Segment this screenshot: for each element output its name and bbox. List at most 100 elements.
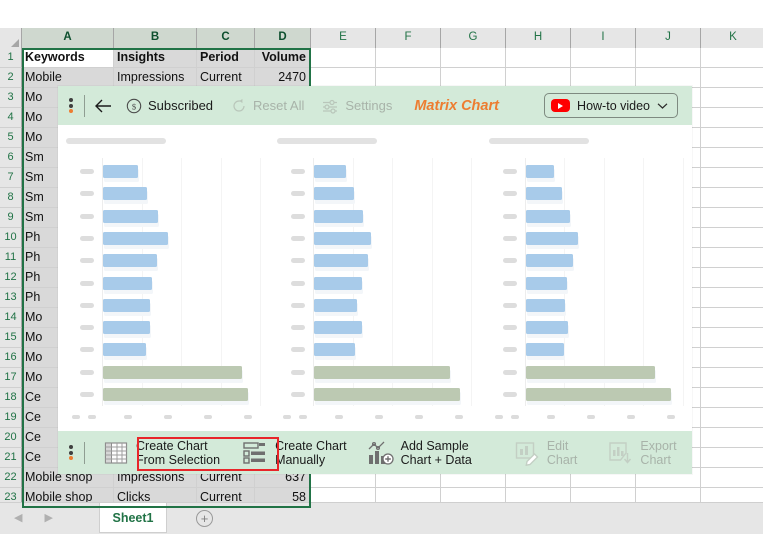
edit-chart-button[interactable]: Edit Chart [514, 439, 577, 467]
cell-K3[interactable] [701, 88, 763, 108]
cell-B2[interactable]: Impressions [114, 68, 197, 88]
cell-K22[interactable] [701, 468, 763, 488]
cell-C2[interactable]: Current [197, 68, 255, 88]
cell-K9[interactable] [701, 208, 763, 228]
cell-J2[interactable] [636, 68, 701, 88]
column-header-i[interactable]: I [571, 28, 636, 48]
prev-sheet-icon[interactable]: ◀ [14, 511, 22, 524]
cell-F1[interactable] [376, 48, 441, 68]
row-header-3[interactable]: 3 [0, 88, 22, 108]
sheet-nav-arrows[interactable]: ◀ ▶ [14, 511, 53, 524]
cell-K15[interactable] [701, 328, 763, 348]
cell-D2[interactable]: 2470 [255, 68, 311, 88]
select-all-corner[interactable] [0, 28, 22, 48]
create-chart-from-selection-button[interactable]: Create Chart From Selection [103, 439, 220, 467]
cell-I1[interactable] [571, 48, 636, 68]
row-header-14[interactable]: 14 [0, 308, 22, 328]
cell-K6[interactable] [701, 148, 763, 168]
row-header-9[interactable]: 9 [0, 208, 22, 228]
column-header-f[interactable]: F [376, 28, 441, 48]
category-label-placeholder [80, 347, 94, 353]
category-label-placeholder [80, 169, 94, 174]
bar-blue-6 [525, 276, 567, 290]
settings-button[interactable]: Settings [322, 98, 392, 114]
row-header-1[interactable]: 1 [0, 48, 22, 68]
next-sheet-icon[interactable]: ▶ [44, 511, 52, 524]
row-header-4[interactable]: 4 [0, 108, 22, 128]
cell-A2[interactable]: Mobile [22, 68, 114, 88]
cell-K21[interactable] [701, 448, 763, 468]
row-header-21[interactable]: 21 [0, 448, 22, 468]
column-header-e[interactable]: E [311, 28, 376, 48]
cell-K8[interactable] [701, 188, 763, 208]
reset-all-button[interactable]: Reset All [231, 98, 304, 114]
create-chart-manually-button[interactable]: Create Chart Manually [242, 439, 347, 467]
table-row[interactable]: 2 Mobile Impressions Current 2470 [0, 68, 763, 88]
sliders-icon [322, 98, 339, 114]
cell-J1[interactable] [636, 48, 701, 68]
cell-K10[interactable] [701, 228, 763, 248]
row-header-17[interactable]: 17 [0, 368, 22, 388]
cell-G1[interactable] [441, 48, 506, 68]
table-row[interactable]: 1 Keywords Insights Period Volume [0, 48, 763, 68]
cell-K2[interactable] [701, 68, 763, 88]
drag-handle-icon[interactable] [58, 97, 84, 115]
row-header-8[interactable]: 8 [0, 188, 22, 208]
column-header-a[interactable]: A [22, 28, 114, 48]
cell-E1[interactable] [311, 48, 376, 68]
row-header-11[interactable]: 11 [0, 248, 22, 268]
column-header-g[interactable]: G [441, 28, 506, 48]
column-header-b[interactable]: B [114, 28, 197, 48]
cell-G2[interactable] [441, 68, 506, 88]
subscribed-button[interactable]: $ Subscribed [126, 98, 213, 114]
row-header-18[interactable]: 18 [0, 388, 22, 408]
cell-K14[interactable] [701, 308, 763, 328]
add-sample-chart-data-button[interactable]: Add Sample Chart + Data [367, 439, 472, 467]
sheet-tab-sheet1[interactable]: Sheet1 [99, 503, 167, 533]
how-to-video-button[interactable]: How-to video [544, 93, 678, 118]
cell-K1[interactable] [701, 48, 763, 68]
cell-H1[interactable] [506, 48, 571, 68]
cell-B1[interactable]: Insights [114, 48, 197, 68]
add-sheet-button[interactable]: + [196, 510, 213, 527]
cell-K19[interactable] [701, 408, 763, 428]
column-header-h[interactable]: H [506, 28, 571, 48]
cell-I2[interactable] [571, 68, 636, 88]
row-header-5[interactable]: 5 [0, 128, 22, 148]
row-header-15[interactable]: 15 [0, 328, 22, 348]
column-header-j[interactable]: J [636, 28, 701, 48]
cell-D1[interactable]: Volume [255, 48, 311, 68]
cell-K7[interactable] [701, 168, 763, 188]
column-header-k[interactable]: K [701, 28, 763, 48]
back-button[interactable] [95, 99, 112, 113]
cell-C1[interactable]: Period [197, 48, 255, 68]
cell-F2[interactable] [376, 68, 441, 88]
row-header-10[interactable]: 10 [0, 228, 22, 248]
column-header-c[interactable]: C [197, 28, 255, 48]
cell-K18[interactable] [701, 388, 763, 408]
row-header-12[interactable]: 12 [0, 268, 22, 288]
row-header-22[interactable]: 22 [0, 468, 22, 488]
cell-K16[interactable] [701, 348, 763, 368]
category-label-placeholder [80, 325, 94, 331]
cell-K13[interactable] [701, 288, 763, 308]
cell-K12[interactable] [701, 268, 763, 288]
row-header-20[interactable]: 20 [0, 428, 22, 448]
row-header-16[interactable]: 16 [0, 348, 22, 368]
cell-E2[interactable] [311, 68, 376, 88]
cell-K20[interactable] [701, 428, 763, 448]
row-header-2[interactable]: 2 [0, 68, 22, 88]
row-header-7[interactable]: 7 [0, 168, 22, 188]
cell-K11[interactable] [701, 248, 763, 268]
bottom-drag-handle-icon[interactable] [58, 444, 84, 462]
cell-H2[interactable] [506, 68, 571, 88]
cell-A1[interactable]: Keywords [22, 48, 114, 68]
row-header-19[interactable]: 19 [0, 408, 22, 428]
export-chart-button[interactable]: Export Chart [607, 439, 677, 467]
row-header-13[interactable]: 13 [0, 288, 22, 308]
row-header-6[interactable]: 6 [0, 148, 22, 168]
column-header-d[interactable]: D [255, 28, 311, 48]
cell-K17[interactable] [701, 368, 763, 388]
cell-K4[interactable] [701, 108, 763, 128]
cell-K5[interactable] [701, 128, 763, 148]
